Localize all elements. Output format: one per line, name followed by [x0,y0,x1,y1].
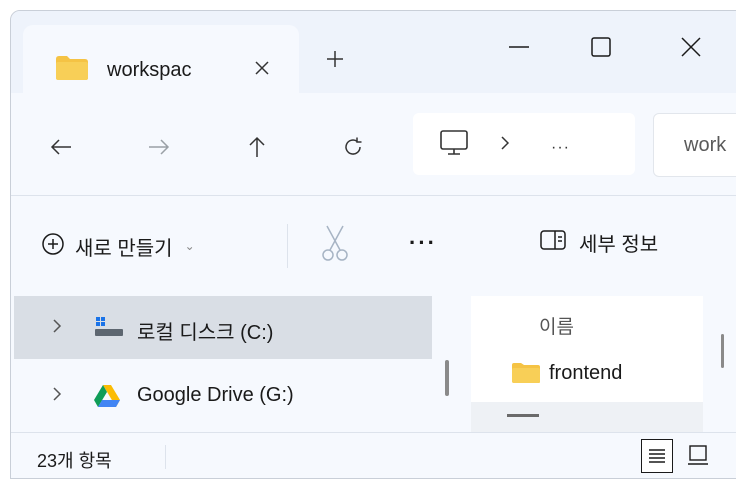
minimize-icon[interactable] [491,25,547,69]
title-bar: workspac [11,11,736,95]
tiles-view-icon[interactable] [683,439,713,471]
sidebar-scrollbar[interactable] [445,360,449,396]
details-pane-label: 세부 정보 [579,234,659,256]
this-pc-icon [439,129,469,162]
refresh-icon[interactable] [329,123,377,171]
tab-close-icon[interactable] [245,51,279,85]
command-bar: 새로 만들기 ⌄ ··· 세부 정보 [11,196,736,296]
chevron-down-icon: ⌄ [184,239,195,253]
new-button-label: 새로 만들기 [75,237,173,260]
breadcrumb-chevron-icon[interactable] [499,135,511,156]
file-list-next-row [471,402,703,432]
google-drive-icon [93,384,121,413]
details-view-icon[interactable] [641,439,673,473]
scroll-indicator[interactable] [507,414,539,417]
local-disk-icon [93,316,125,343]
command-separator [287,224,288,268]
sidebar-item-label: 로컬 디스크 (C:) [137,322,274,344]
content-area: 로컬 디스크 (C:) Google Drive (G:) 이름 fronten… [11,296,736,432]
sidebar-item-google-drive[interactable]: Google Drive (G:) [11,364,431,427]
file-list-scrollbar[interactable] [721,334,724,368]
folder-icon [511,362,541,389]
sidebar-item-local-disk[interactable]: 로컬 디스크 (C:) [11,296,431,359]
forward-arrow-icon[interactable] [135,123,183,171]
file-name: frontend [549,362,623,384]
new-tab-plus-icon[interactable] [317,41,353,77]
file-explorer-window: workspac ··· work 새로 만들기 ⌄ ··· 세부 정보 로컬 … [10,10,736,479]
search-box[interactable]: work [653,113,736,177]
expand-chevron-icon[interactable] [51,318,63,339]
details-pane-button[interactable]: 세부 정보 [539,228,658,257]
new-button[interactable]: 새로 만들기 ⌄ [41,228,195,264]
add-circle-icon [41,232,65,261]
search-placeholder: work [684,134,727,156]
sidebar-item-label: Google Drive (G:) [137,384,294,406]
close-icon[interactable] [663,25,719,69]
details-pane-icon [539,229,567,256]
tab-workspace[interactable]: workspac [23,25,299,95]
status-bar: 23개 항목 [11,432,736,478]
column-header-name[interactable]: 이름 [539,312,574,339]
item-count: 23개 항목 [37,451,112,471]
maximize-icon[interactable] [573,25,629,69]
expand-chevron-icon[interactable] [51,386,63,407]
navigation-bar: ··· work [11,93,736,196]
more-options-button[interactable]: ··· [409,230,437,256]
up-arrow-icon[interactable] [233,123,281,171]
back-arrow-icon[interactable] [37,123,85,171]
breadcrumb-overflow[interactable]: ··· [551,139,570,157]
status-separator [165,445,166,469]
tab-title: workspac [107,59,192,81]
cut-scissors-icon[interactable] [313,220,357,268]
address-bar[interactable]: ··· [413,113,635,175]
file-row-frontend[interactable]: frontend [471,354,703,398]
folder-icon [55,55,89,86]
file-list: 이름 frontend [471,296,703,432]
